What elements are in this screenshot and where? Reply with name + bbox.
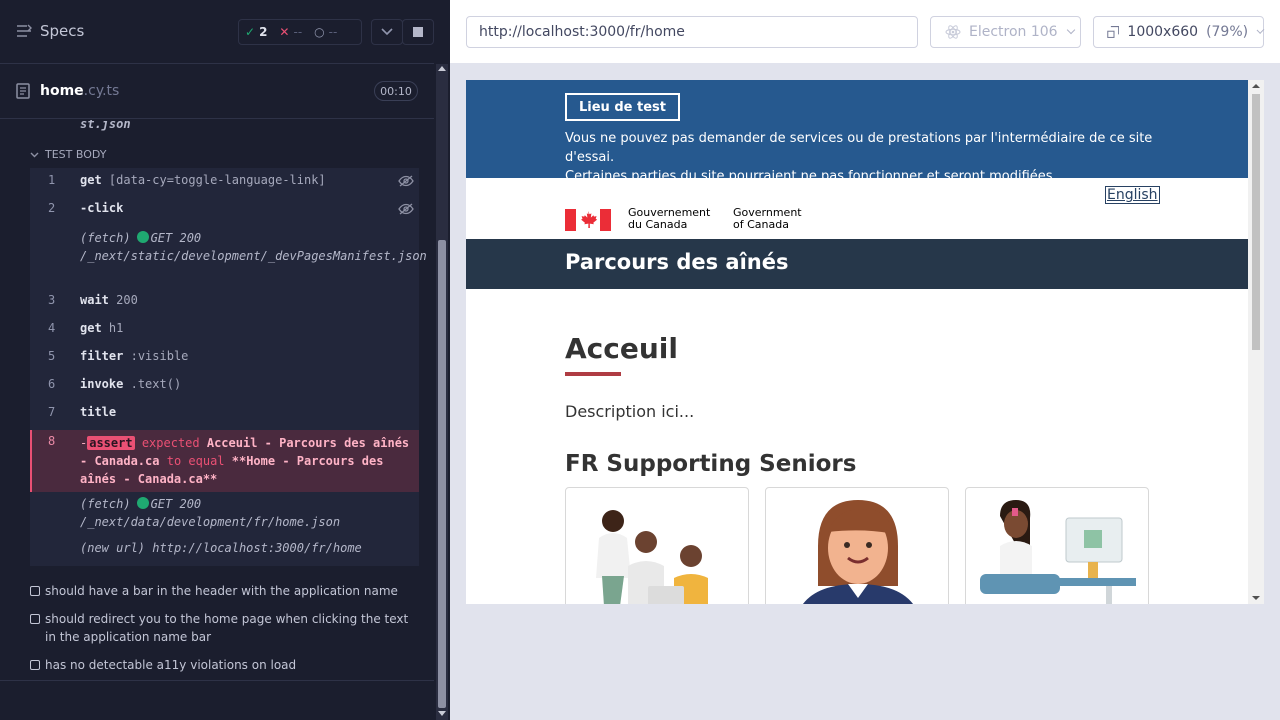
pending-checkbox-icon	[30, 586, 40, 596]
command-log: st.json TEST BODY 1 get [data-cy=toggle-…	[0, 120, 434, 680]
feature-card[interactable]	[565, 487, 749, 604]
assert-badge: assert	[87, 436, 135, 450]
passed-count: 2	[259, 25, 268, 39]
check-icon: ✓	[245, 25, 256, 39]
scroll-up-icon[interactable]	[1252, 84, 1260, 88]
spec-filename: home.cy.ts	[40, 83, 120, 99]
page-description: Description ici...	[565, 402, 695, 421]
toggle-language-link[interactable]: English	[1105, 186, 1160, 204]
pending-stat: ○ --	[308, 25, 343, 39]
feature-card[interactable]	[965, 487, 1149, 604]
eye-slash-icon[interactable]	[398, 203, 414, 215]
application-name[interactable]: Parcours des aînés	[565, 250, 789, 274]
feature-card[interactable]	[765, 487, 949, 604]
scroll-down-icon[interactable]	[1252, 596, 1260, 600]
iframe-scrollbar[interactable]	[1248, 80, 1264, 604]
specs-header: Specs ✓ 2 ✕ -- ○ --	[0, 0, 434, 64]
scrollbar-thumb[interactable]	[1252, 94, 1260, 350]
resize-icon	[1107, 26, 1120, 38]
fetch-log-1[interactable]: (fetch) GET 200 /_next/static/development…	[80, 229, 427, 265]
pending-count: --	[328, 25, 338, 39]
assert-message: - assert expected Acceuil - Parcours des …	[80, 436, 410, 486]
reporter-scrollbar[interactable]	[436, 64, 448, 720]
stop-button[interactable]	[402, 19, 434, 45]
reporter-panel: Specs ✓ 2 ✕ -- ○ -- home.cy.ts 00:10 st.…	[0, 0, 450, 720]
chevron-down-icon	[30, 152, 39, 157]
duration-badge: 00:10	[374, 81, 418, 101]
section-heading: FR Supporting Seniors	[565, 451, 857, 477]
chevron-down-icon	[1256, 26, 1265, 34]
specs-toggle[interactable]: Specs	[16, 22, 84, 40]
stop-icon	[413, 27, 423, 37]
app-iframe: Lieu de test Vous ne pouvez pas demander…	[466, 80, 1264, 604]
family-illustration-icon	[596, 510, 708, 604]
application-name-bar: Parcours des aînés	[466, 239, 1248, 289]
menu-icon	[17, 24, 32, 37]
collapse-button[interactable]	[371, 19, 403, 45]
test-stats: ✓ 2 ✕ -- ○ --	[238, 19, 362, 45]
canada-flag-icon	[565, 209, 611, 231]
passed-stat: ✓ 2	[239, 25, 273, 39]
failed-count: --	[293, 25, 303, 39]
page-title: Acceuil	[565, 332, 678, 365]
browser-selector[interactable]: Electron 106	[930, 16, 1081, 48]
gov-wordmark-fr: Gouvernement du Canada	[628, 206, 711, 231]
divider	[0, 680, 434, 681]
woman-illustration-icon	[803, 500, 913, 604]
prev-command-tail: st.json	[80, 120, 131, 131]
pending-checkbox-icon	[30, 614, 40, 624]
viewport-selector[interactable]: 1000x660 (79%)	[1093, 16, 1265, 48]
pending-icon: ○	[314, 25, 325, 39]
spec-file-row: home.cy.ts 00:10	[0, 65, 434, 119]
test-body-toggle[interactable]: TEST BODY	[30, 148, 106, 161]
aut-panel: http://localhost:3000/fr/home Electron 1…	[450, 0, 1280, 720]
status-dot-icon	[136, 231, 149, 243]
chevron-down-icon	[381, 28, 393, 36]
desk-illustration-icon	[980, 500, 1136, 604]
test-body: 1 get [data-cy=toggle-language-link] 2 -…	[30, 168, 427, 566]
failed-stat: ✕ --	[273, 25, 308, 39]
eye-slash-icon[interactable]	[398, 175, 414, 187]
title-underline	[565, 372, 621, 376]
status-dot-icon	[136, 497, 149, 509]
document-icon	[16, 83, 30, 99]
failed-assert-row[interactable]: 8 - assert expected Acceuil - Parcours de…	[30, 430, 419, 492]
specs-label: Specs	[40, 22, 85, 40]
aut-header: http://localhost:3000/fr/home Electron 1…	[450, 0, 1280, 64]
fetch-log-2[interactable]: (fetch) GET 200 /_next/data/development/f…	[80, 495, 415, 531]
x-icon: ✕	[279, 25, 290, 39]
scroll-up-icon[interactable]	[438, 66, 446, 71]
gov-header: English Gouvernement du Canada Government…	[466, 178, 1248, 239]
test-site-badge: Lieu de test	[565, 93, 680, 121]
chevron-down-icon	[1066, 25, 1075, 35]
electron-icon	[945, 25, 961, 39]
gov-wordmark-en: Government of Canada	[733, 206, 802, 231]
scroll-down-icon[interactable]	[438, 711, 446, 716]
url-bar[interactable]: http://localhost:3000/fr/home	[466, 16, 918, 48]
new-url-log[interactable]: (new url) http://localhost:3000/fr/home	[80, 539, 415, 557]
test-site-banner: Lieu de test Vous ne pouvez pas demander…	[466, 80, 1248, 184]
scrollbar-thumb[interactable]	[438, 240, 446, 708]
pending-checkbox-icon	[30, 660, 40, 670]
